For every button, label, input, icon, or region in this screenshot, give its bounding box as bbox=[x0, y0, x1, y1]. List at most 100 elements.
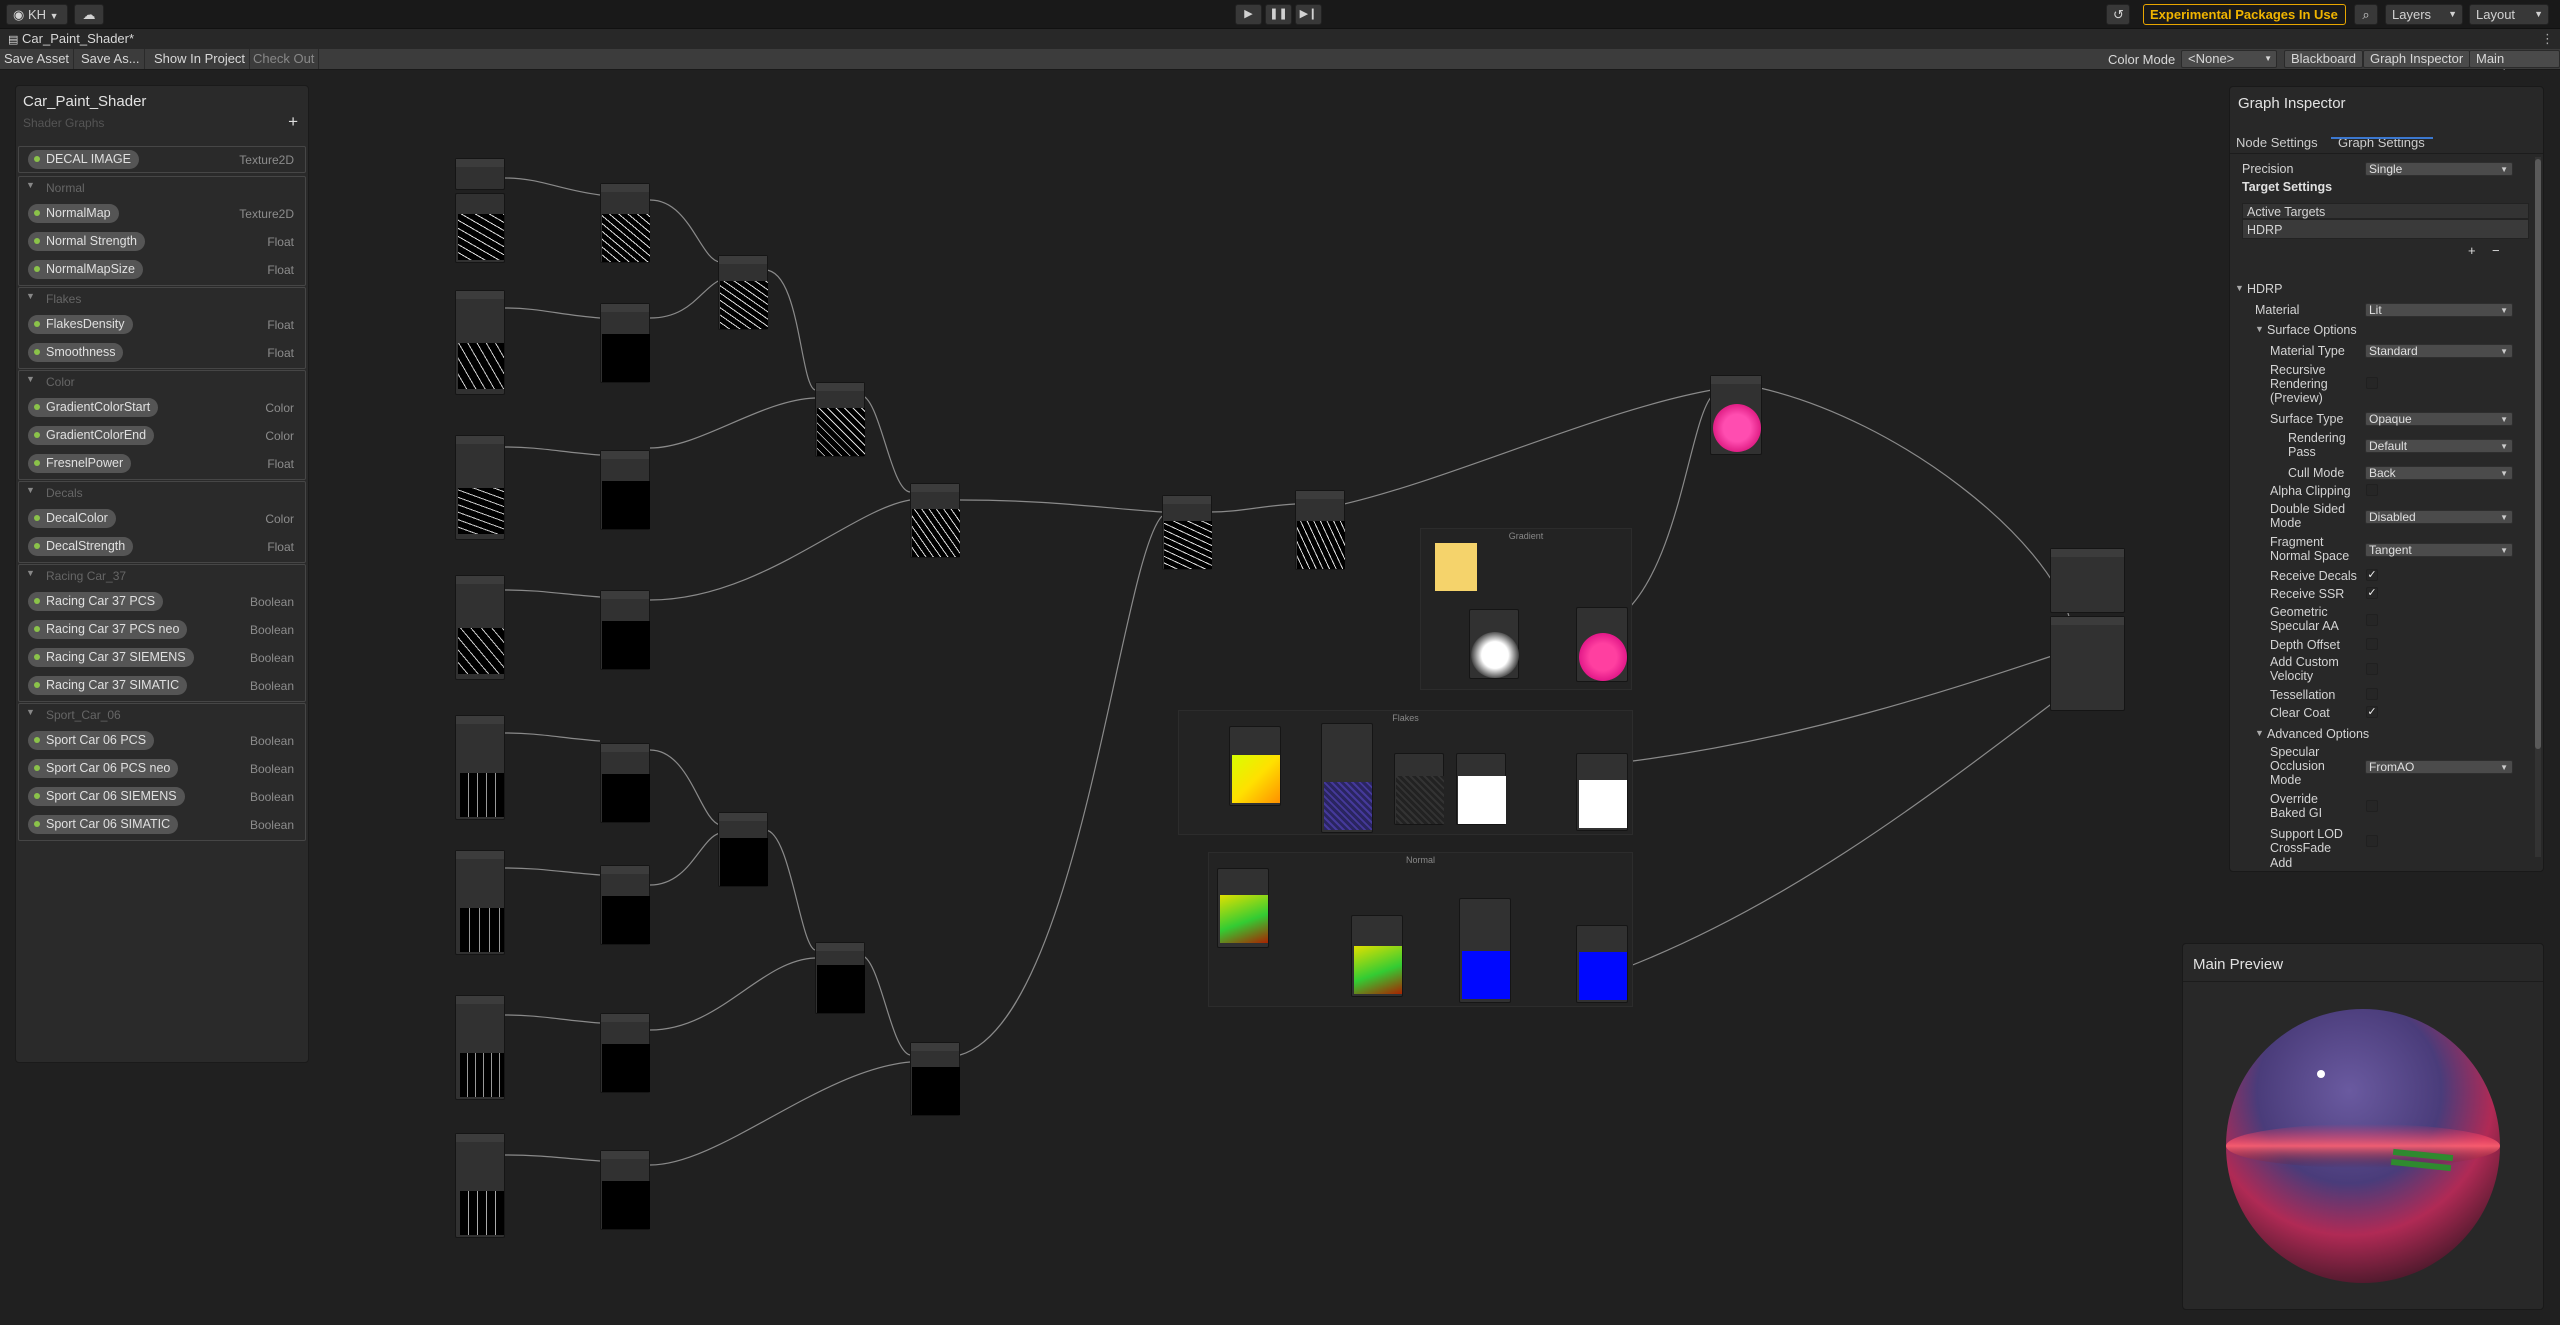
graph-node[interactable] bbox=[455, 850, 505, 955]
chevron-down-icon[interactable]: ▼ bbox=[26, 180, 35, 190]
depth-offset-checkbox[interactable] bbox=[2366, 638, 2378, 650]
graph-node[interactable] bbox=[600, 1013, 650, 1093]
graph-node[interactable] bbox=[455, 290, 505, 395]
preview-sphere[interactable] bbox=[2225, 1004, 2505, 1294]
node-group-gradient[interactable]: Gradient bbox=[1420, 528, 1632, 690]
target-item-hdrp[interactable]: HDRP bbox=[2247, 223, 2282, 237]
graph-node[interactable] bbox=[1576, 753, 1628, 831]
fragment-normal-dropdown[interactable]: Tangent bbox=[2365, 543, 2513, 557]
graph-node[interactable] bbox=[815, 942, 865, 1014]
rendering-pass-dropdown[interactable]: Default bbox=[2365, 439, 2513, 453]
graph-node[interactable] bbox=[718, 812, 768, 887]
property-item[interactable]: NormalMap bbox=[28, 204, 119, 223]
override-baked-gi-checkbox[interactable] bbox=[2366, 800, 2378, 812]
graph-node[interactable] bbox=[455, 158, 505, 190]
graph-node[interactable] bbox=[1351, 915, 1403, 997]
chevron-down-icon[interactable]: ▼ bbox=[2255, 324, 2264, 334]
property-item[interactable]: Racing Car 37 PCS neo bbox=[28, 620, 188, 639]
material-dropdown[interactable]: Lit bbox=[2365, 303, 2513, 317]
graph-node[interactable] bbox=[1469, 609, 1519, 679]
target-list[interactable]: HDRP bbox=[2242, 219, 2529, 239]
node-group-normal[interactable]: Normal bbox=[1208, 852, 1633, 1007]
property-decal-image[interactable]: DECAL IMAGE bbox=[28, 150, 139, 169]
property-item[interactable]: FlakesDensity bbox=[28, 315, 133, 334]
property-item[interactable]: GradientColorStart bbox=[28, 398, 159, 417]
graph-node[interactable] bbox=[1576, 925, 1628, 1003]
geometric-specular-aa-checkbox[interactable] bbox=[2366, 614, 2378, 626]
property-item[interactable]: GradientColorEnd bbox=[28, 426, 155, 445]
property-item[interactable]: FresnelPower bbox=[28, 454, 132, 473]
graph-node[interactable] bbox=[910, 1042, 960, 1116]
remove-target-icon[interactable]: − bbox=[2492, 243, 2500, 258]
receive-ssr-checkbox[interactable]: ✓ bbox=[2366, 587, 2378, 599]
property-item[interactable]: NormalMapSize bbox=[28, 260, 143, 279]
chevron-down-icon[interactable]: ▼ bbox=[26, 707, 35, 717]
chevron-down-icon[interactable]: ▼ bbox=[2255, 728, 2264, 738]
graph-node[interactable] bbox=[600, 743, 650, 823]
graph-node[interactable] bbox=[1576, 607, 1628, 682]
graph-node[interactable] bbox=[718, 255, 768, 330]
property-item[interactable]: Smoothness bbox=[28, 343, 124, 362]
chevron-down-icon[interactable]: ▼ bbox=[26, 568, 35, 578]
graph-node[interactable] bbox=[455, 995, 505, 1100]
chevron-down-icon[interactable]: ▼ bbox=[26, 374, 35, 384]
graph-node[interactable] bbox=[815, 382, 865, 457]
graph-node[interactable] bbox=[455, 435, 505, 540]
fragment-master-node[interactable] bbox=[2050, 616, 2125, 711]
graph-node[interactable] bbox=[1321, 723, 1373, 833]
surface-type-dropdown[interactable]: Opaque bbox=[2365, 412, 2513, 426]
node-group-flakes[interactable]: Flakes bbox=[1178, 710, 1633, 835]
property-item[interactable]: DecalColor bbox=[28, 509, 116, 528]
graph-node[interactable] bbox=[600, 183, 650, 263]
property-item[interactable]: Sport Car 06 SIEMENS bbox=[28, 787, 185, 806]
chevron-down-icon[interactable]: ▼ bbox=[26, 485, 35, 495]
precision-dropdown[interactable]: Single bbox=[2365, 162, 2513, 176]
sticky-note[interactable] bbox=[1435, 543, 1477, 591]
graph-node[interactable] bbox=[455, 715, 505, 820]
graph-node[interactable] bbox=[1394, 753, 1444, 825]
property-item[interactable]: Racing Car 37 SIMATIC bbox=[28, 676, 188, 695]
graph-node[interactable] bbox=[910, 483, 960, 558]
graph-node[interactable] bbox=[455, 193, 505, 263]
recursive-rendering-checkbox[interactable] bbox=[2366, 377, 2378, 389]
double-sided-dropdown[interactable]: Disabled bbox=[2365, 510, 2513, 524]
tab-node-settings[interactable]: Node Settings bbox=[2236, 135, 2318, 150]
graph-node[interactable] bbox=[1456, 753, 1506, 825]
graph-node[interactable] bbox=[1710, 375, 1762, 455]
graph-node[interactable] bbox=[600, 1150, 650, 1230]
clear-coat-checkbox[interactable]: ✓ bbox=[2366, 706, 2378, 718]
cull-mode-dropdown[interactable]: Back bbox=[2365, 466, 2513, 480]
graph-node[interactable] bbox=[600, 450, 650, 530]
graph-node[interactable] bbox=[1459, 898, 1511, 1003]
material-type-dropdown[interactable]: Standard bbox=[2365, 344, 2513, 358]
graph-node[interactable] bbox=[455, 575, 505, 680]
graph-node[interactable] bbox=[600, 303, 650, 383]
graph-node[interactable] bbox=[1217, 868, 1269, 948]
specular-occlusion-dropdown[interactable]: FromAO bbox=[2365, 760, 2513, 774]
graph-node[interactable] bbox=[600, 590, 650, 670]
chevron-down-icon[interactable]: ▼ bbox=[2235, 283, 2244, 293]
graph-node[interactable] bbox=[1295, 490, 1345, 570]
target-settings-heading: Target Settings bbox=[2242, 180, 2333, 194]
add-target-icon[interactable]: + bbox=[2468, 243, 2476, 258]
chevron-down-icon[interactable]: ▼ bbox=[26, 291, 35, 301]
alpha-clipping-checkbox[interactable] bbox=[2366, 484, 2378, 496]
graph-node[interactable] bbox=[1229, 726, 1281, 806]
scrollbar[interactable] bbox=[2535, 157, 2541, 857]
property-item[interactable]: Normal Strength bbox=[28, 232, 146, 251]
property-item[interactable]: DecalStrength bbox=[28, 537, 134, 556]
receive-decals-checkbox[interactable]: ✓ bbox=[2366, 569, 2378, 581]
graph-node[interactable] bbox=[1162, 495, 1212, 570]
property-item[interactable]: Sport Car 06 SIMATIC bbox=[28, 815, 179, 834]
graph-node[interactable] bbox=[600, 865, 650, 945]
vertex-master-node[interactable] bbox=[2050, 548, 2125, 613]
property-item[interactable]: Sport Car 06 PCS neo bbox=[28, 759, 179, 778]
support-lod-checkbox[interactable] bbox=[2366, 835, 2378, 847]
add-property-icon[interactable]: + bbox=[288, 112, 298, 132]
custom-velocity-checkbox[interactable] bbox=[2366, 663, 2378, 675]
tessellation-checkbox[interactable] bbox=[2366, 688, 2378, 700]
property-item[interactable]: Racing Car 37 PCS bbox=[28, 592, 164, 611]
property-item[interactable]: Racing Car 37 SIEMENS bbox=[28, 648, 194, 667]
graph-node[interactable] bbox=[455, 1133, 505, 1238]
property-item[interactable]: Sport Car 06 PCS bbox=[28, 731, 155, 750]
